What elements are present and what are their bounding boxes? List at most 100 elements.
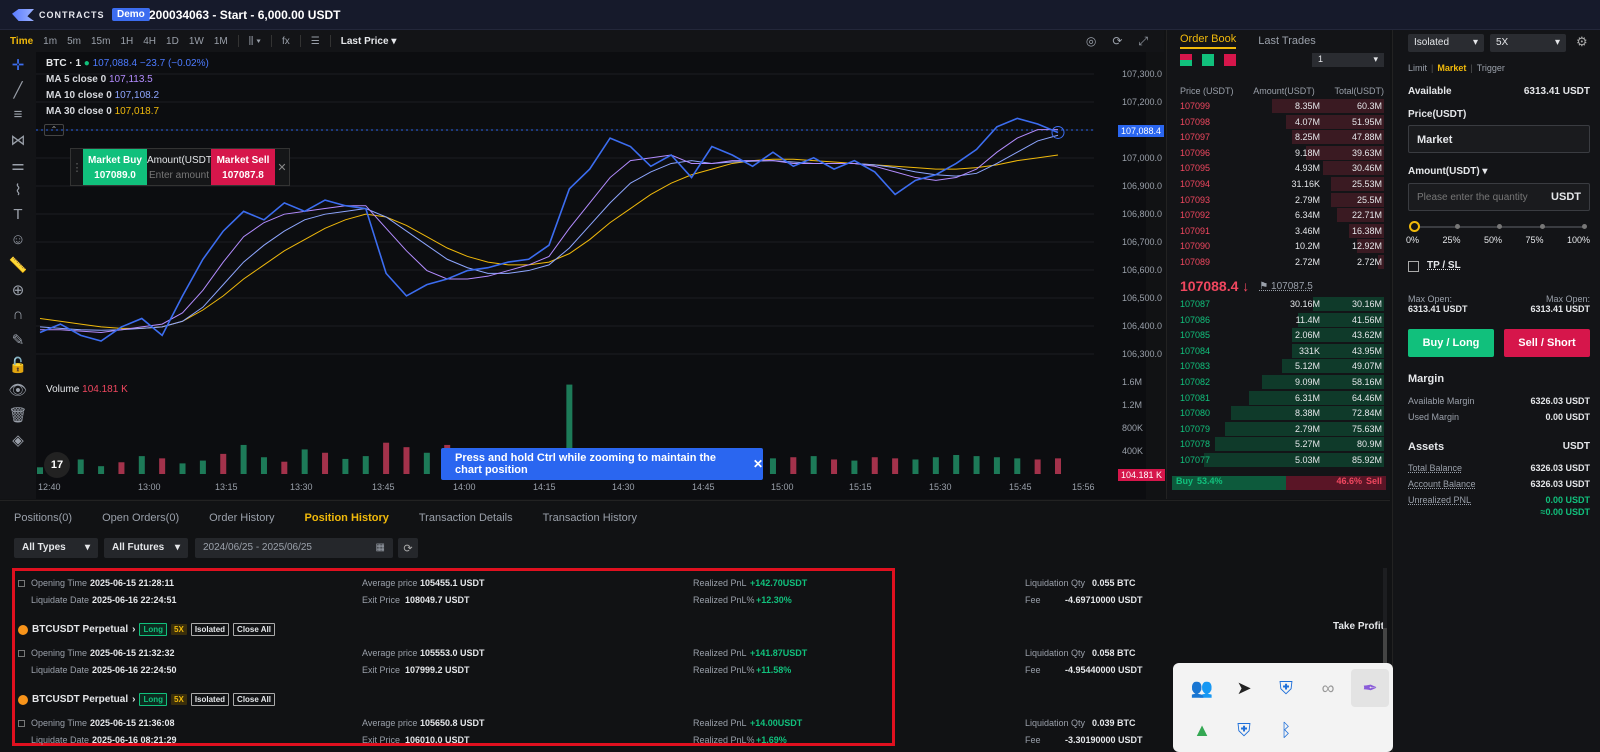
ask-row[interactable]: 107094 31.16K 25.53M: [1180, 176, 1384, 192]
tab-transaction-details[interactable]: Transaction Details: [419, 512, 513, 524]
unrealized-pnl-label[interactable]: Unrealized PNL: [1408, 495, 1471, 505]
amount-unit-select[interactable]: Amount(USDT) ▾: [1408, 166, 1487, 177]
expand-toggle[interactable]: [18, 720, 25, 727]
timeframe-4h[interactable]: 4H: [143, 36, 156, 47]
ask-row[interactable]: 107089 2.72M 2.72M: [1180, 254, 1384, 270]
pencil-lock-icon[interactable]: ✎: [0, 327, 36, 352]
security-warning-icon[interactable]: ⛨: [1229, 715, 1259, 745]
calculator-icon[interactable]: ⚙: [1576, 34, 1588, 50]
teams-icon[interactable]: 👥: [1187, 673, 1217, 703]
depth-select[interactable]: 1 ▾: [1312, 53, 1384, 67]
tab-positions[interactable]: Positions(0): [14, 512, 72, 524]
slider-step[interactable]: [1497, 224, 1502, 229]
view-asks-icon[interactable]: [1224, 54, 1236, 66]
close-all-button[interactable]: Close All: [233, 693, 275, 706]
quantity-input[interactable]: Please enter the quantity USDT: [1408, 183, 1590, 211]
crosshair-icon[interactable]: ✛: [0, 52, 36, 77]
view-both-icon[interactable]: [1180, 54, 1192, 66]
fullscreen-icon[interactable]: ⤢: [1138, 34, 1148, 49]
timeframe-1mo[interactable]: 1M: [214, 36, 228, 47]
timeframe-1d[interactable]: 1D: [166, 36, 179, 47]
slider-step[interactable]: [1582, 224, 1587, 229]
collapse-legend-icon[interactable]: ⌃: [44, 124, 64, 136]
trendline-icon[interactable]: ╱: [0, 77, 36, 102]
bid-row[interactable]: 107087 30.16M 30.16M: [1180, 296, 1384, 312]
view-bids-icon[interactable]: [1202, 54, 1214, 66]
ask-row[interactable]: 107099 8.35M 60.3M: [1180, 98, 1384, 114]
futures-filter-select[interactable]: All Futures ▾: [104, 538, 188, 558]
slider-step[interactable]: [1539, 224, 1545, 229]
tab-transaction-history[interactable]: Transaction History: [543, 512, 637, 524]
timeframe-1m[interactable]: 1m: [43, 36, 57, 47]
price-axis[interactable]: 107,300.0107,200.0107,100.0107,000.0106,…: [1094, 52, 1162, 499]
ask-row[interactable]: 107090 10.2M 12.92M: [1180, 238, 1384, 254]
tpsl-label[interactable]: TP / SL: [1427, 260, 1461, 271]
google-drive-icon[interactable]: ▲: [1187, 715, 1217, 745]
market-buy-button[interactable]: Market Buy 107089.0: [83, 149, 147, 185]
app-logo[interactable]: CONTRACTS: [12, 7, 105, 23]
slider-step[interactable]: [1454, 224, 1460, 229]
chevron-right-icon[interactable]: ›: [132, 694, 135, 705]
tab-last-trades[interactable]: Last Trades: [1258, 35, 1315, 47]
timeframe-time[interactable]: Time: [10, 36, 33, 47]
text-icon[interactable]: T: [0, 202, 36, 227]
slider-mark-100[interactable]: 100%: [1567, 235, 1590, 245]
ruler-icon[interactable]: 📏: [0, 252, 36, 277]
tab-position-history[interactable]: Position History: [305, 512, 389, 524]
amount-input[interactable]: Amount(USDT) Enter amount: [147, 149, 215, 185]
account-balance-label[interactable]: Account Balance: [1408, 479, 1476, 489]
bluetooth-icon[interactable]: ᛒ: [1271, 715, 1301, 745]
fib-icon[interactable]: ⚌: [0, 152, 36, 177]
bid-row[interactable]: 107078 5.27M 80.9M: [1180, 436, 1384, 452]
buy-long-button[interactable]: Buy / Long: [1408, 329, 1494, 357]
timeframe-1h[interactable]: 1H: [120, 36, 133, 47]
trash-icon[interactable]: 🗑: [0, 402, 36, 427]
tpsl-checkbox[interactable]: [1408, 261, 1419, 272]
order-type-trigger[interactable]: Trigger: [1477, 63, 1505, 73]
ask-row[interactable]: 107095 4.93M 30.46M: [1180, 160, 1384, 176]
bid-row[interactable]: 107085 2.06M 43.62M: [1180, 327, 1384, 343]
date-range-picker[interactable]: 2024/06/25 - 2025/06/25 ▦: [195, 538, 393, 558]
bid-row[interactable]: 107079 2.79M 75.63M: [1180, 421, 1384, 437]
order-type-market[interactable]: Market: [1437, 63, 1466, 73]
refresh-chart-icon[interactable]: ⟳: [1112, 34, 1122, 49]
time-axis[interactable]: 12:40 13:00 13:15 13:30 13:45 14:00 14:15 14:30…: [36, 482, 1095, 498]
chevron-right-icon[interactable]: ›: [132, 624, 135, 635]
position-symbol[interactable]: BTCUSDT Perpetual: [32, 624, 128, 635]
bid-row[interactable]: 107082 9.09M 58.16M: [1180, 374, 1384, 390]
eye-icon[interactable]: 👁: [0, 377, 36, 402]
bid-row[interactable]: 107081 6.31M 64.46M: [1180, 390, 1384, 406]
sell-short-button[interactable]: Sell / Short: [1504, 329, 1590, 357]
tab-order-history[interactable]: Order History: [209, 512, 274, 524]
ask-row[interactable]: 107092 6.34M 22.71M: [1180, 207, 1384, 223]
telegram-icon[interactable]: ➤: [1229, 673, 1259, 703]
position-symbol[interactable]: BTCUSDT Perpetual: [32, 694, 128, 705]
market-sell-button[interactable]: Market Sell 107087.8: [211, 149, 275, 185]
expand-toggle[interactable]: [18, 580, 25, 587]
tab-open-orders[interactable]: Open Orders(0): [102, 512, 179, 524]
bid-row[interactable]: 107084 331K 43.95M: [1180, 343, 1384, 359]
ask-row[interactable]: 107096 9.18M 39.63M: [1180, 145, 1384, 161]
tab-order-book[interactable]: Order Book: [1180, 33, 1237, 49]
close-icon[interactable]: ✕: [275, 149, 289, 185]
expand-toggle[interactable]: [18, 650, 25, 657]
price-type-select[interactable]: Last Price ▾: [341, 36, 397, 47]
link-icon[interactable]: ∞: [1313, 673, 1343, 703]
price-field[interactable]: Market: [1408, 125, 1590, 153]
ask-row[interactable]: 107098 4.07M 51.95M: [1180, 114, 1384, 130]
order-type-limit[interactable]: Limit: [1408, 63, 1427, 73]
lock-icon[interactable]: 🔓: [0, 352, 36, 377]
pitchfork-icon[interactable]: ⋈: [0, 127, 36, 152]
layers-icon[interactable]: ◈: [0, 427, 36, 452]
horizontal-lines-icon[interactable]: ≡: [0, 102, 36, 127]
bid-row[interactable]: 107083 5.12M 49.07M: [1180, 358, 1384, 374]
slider-step[interactable]: [1409, 221, 1420, 232]
ask-row[interactable]: 107093 2.79M 25.5M: [1180, 192, 1384, 208]
total-balance-label[interactable]: Total Balance: [1408, 463, 1462, 473]
tradingview-logo[interactable]: 17: [44, 452, 70, 478]
type-filter-select[interactable]: All Types ▾: [14, 538, 98, 558]
margin-mode-select[interactable]: Isolated ▾: [1408, 34, 1484, 52]
leverage-select[interactable]: 5X ▾: [1490, 34, 1566, 52]
slider-mark-50[interactable]: 50%: [1484, 235, 1502, 245]
ask-row[interactable]: 107091 3.46M 16.38M: [1180, 223, 1384, 239]
